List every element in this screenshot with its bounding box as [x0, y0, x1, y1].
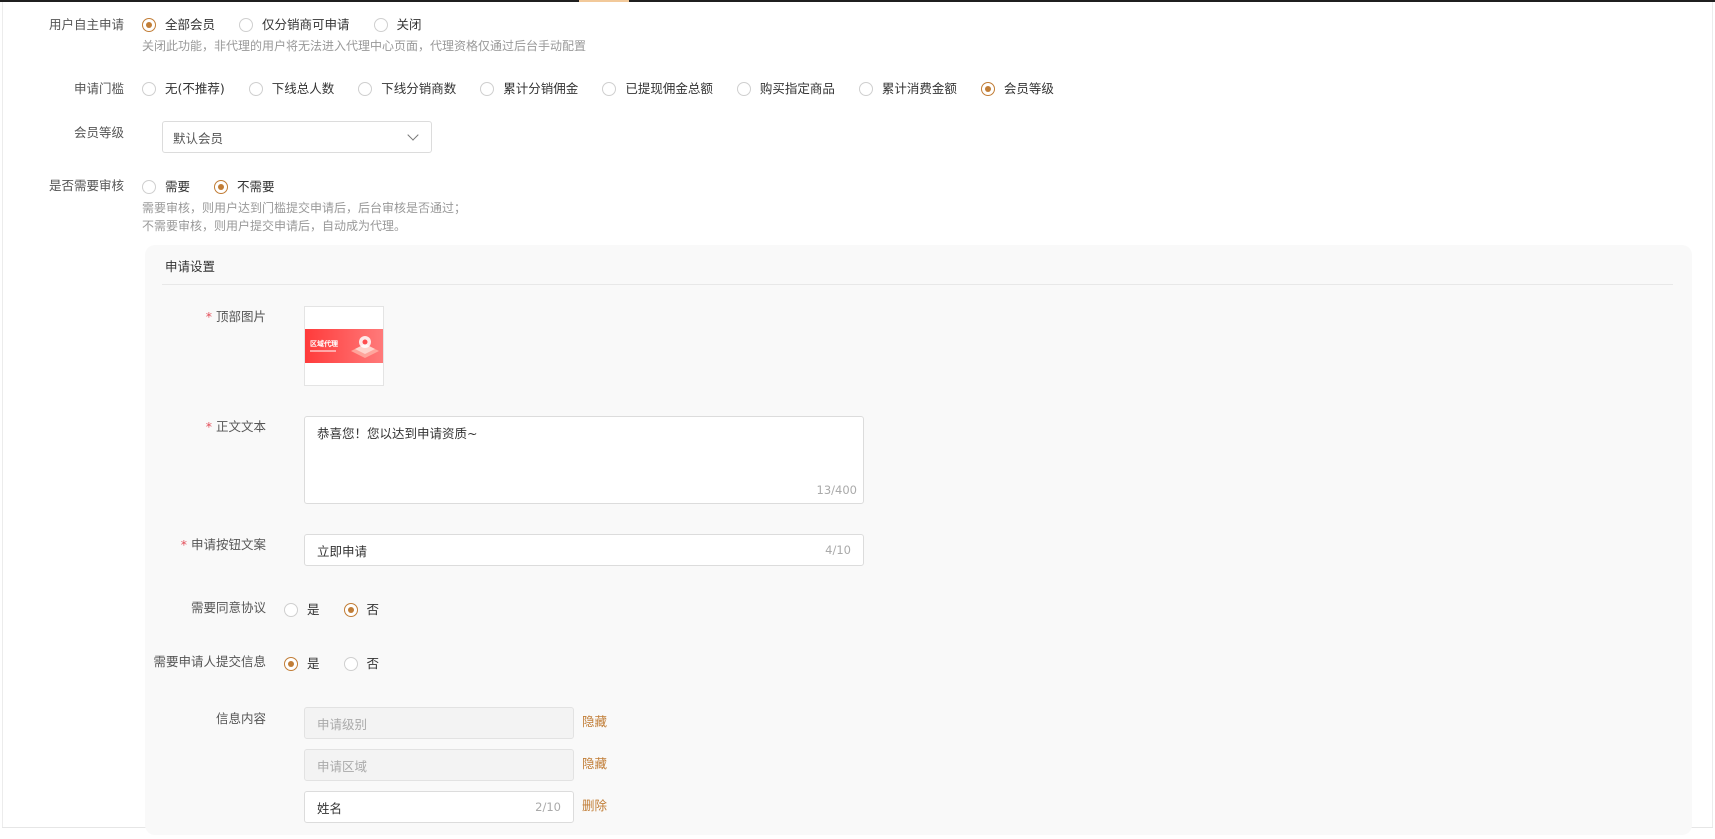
hide-field-button[interactable]: 隐藏: [582, 714, 607, 730]
required-mark: *: [205, 419, 212, 434]
info-field-count: 2/10: [535, 800, 561, 814]
review-radio-group: 需要 不需要: [142, 178, 466, 196]
top-image-label: * 顶部图片: [205, 309, 266, 324]
threshold-option-buy-product[interactable]: 购买指定商品: [736, 80, 835, 98]
submit-info-row: 需要申请人提交信息 是 否: [0, 653, 403, 673]
radio-icon: [358, 82, 373, 96]
top-image-row: * 顶部图片: [0, 308, 284, 326]
member-level-select[interactable]: 默认会员: [162, 121, 432, 153]
button-text-row: * 申请按钮文案: [0, 536, 284, 554]
radio-icon: [284, 603, 298, 617]
chevron-down-icon: [407, 129, 419, 141]
threshold-label: 申请门槛: [73, 81, 124, 96]
radio-icon: [142, 180, 156, 194]
info-content-label: 信息内容: [215, 711, 266, 726]
info-field-input[interactable]: 申请级别: [304, 707, 574, 739]
review-option-required[interactable]: 需要: [142, 178, 190, 196]
review-row: 是否需要审核 需要 不需要 需要审核，则用户达到门槛提交申请后，后台审核是否通过…: [0, 177, 466, 235]
review-option-not-required[interactable]: 不需要: [214, 178, 275, 196]
threshold-option-total-spend[interactable]: 累计消费金额: [858, 80, 957, 98]
top-image-upload[interactable]: 区域代理: [304, 306, 384, 386]
agreement-option-no[interactable]: 否: [343, 601, 379, 619]
submit-info-radio-group: 是 否: [284, 655, 403, 673]
radio-icon: [373, 18, 388, 32]
info-field-input[interactable]: 申请区域: [304, 749, 574, 781]
radio-icon: [602, 82, 617, 96]
info-content-row: 信息内容: [0, 710, 284, 728]
required-mark: *: [205, 309, 212, 324]
button-text-label: * 申请按钮文案: [180, 537, 266, 552]
threshold-option-member-level[interactable]: 会员等级: [980, 80, 1054, 98]
user-apply-option-all[interactable]: 全部会员: [142, 16, 215, 34]
threshold-radio-group: 无(不推荐) 下线总人数 下线分销商数 累计分销佣金 已提现佣金总额 购买指定商…: [142, 80, 1078, 98]
body-text-value: 恭喜您！您以达到申请资质~: [317, 426, 478, 441]
body-text-count: 13/400: [816, 483, 857, 497]
threshold-option-total-commission[interactable]: 累计分销佣金: [480, 80, 578, 98]
threshold-option-downline-count[interactable]: 下线总人数: [248, 80, 334, 98]
review-label: 是否需要审核: [48, 178, 124, 193]
radio-icon: [343, 657, 358, 671]
apply-settings-title: 申请设置: [165, 259, 216, 274]
delete-field-button[interactable]: 删除: [582, 798, 607, 814]
radio-icon: [142, 82, 156, 96]
hide-field-button[interactable]: 隐藏: [582, 756, 607, 772]
threshold-option-withdrawn-commission[interactable]: 已提现佣金总额: [602, 80, 713, 98]
info-field-value: 姓名: [317, 800, 343, 816]
top-image-thumbnail: 区域代理: [305, 329, 383, 363]
submit-info-option-no[interactable]: 否: [343, 655, 379, 673]
threshold-option-downline-distributors[interactable]: 下线分销商数: [358, 80, 456, 98]
info-field-value: 申请级别: [317, 716, 368, 732]
member-level-value: 默认会员: [173, 130, 224, 146]
member-level-label: 会员等级: [73, 125, 124, 140]
radio-icon: [284, 657, 298, 671]
required-mark: *: [180, 537, 187, 552]
submit-info-label: 需要申请人提交信息: [153, 654, 266, 669]
threshold-row: 申请门槛 无(不推荐) 下线总人数 下线分销商数 累计分销佣金 已提现佣金总额 …: [0, 80, 1078, 98]
review-hint-2: 不需要审核，则用户提交申请后，自动成为代理。: [142, 219, 407, 233]
radio-icon: [480, 82, 495, 96]
button-text-count: 4/10: [825, 543, 851, 557]
user-apply-radio-group: 全部会员 仅分销商可申请 关闭: [142, 16, 586, 34]
submit-info-option-yes[interactable]: 是: [284, 655, 320, 673]
body-text-row: * 正文文本: [0, 418, 284, 436]
radio-icon: [858, 82, 873, 96]
user-apply-option-off[interactable]: 关闭: [373, 16, 422, 34]
radio-icon: [214, 180, 229, 194]
user-apply-row: 用户自主申请 全部会员 仅分销商可申请 关闭 关闭此功能，非代理的用户将无法进入…: [0, 16, 586, 55]
radio-icon: [343, 603, 358, 617]
panel-divider: [162, 284, 1673, 285]
user-apply-option-distributor[interactable]: 仅分销商可申请: [239, 16, 350, 34]
agreement-radio-group: 是 否: [284, 601, 403, 619]
radio-icon: [239, 18, 254, 32]
radio-icon: [736, 82, 751, 96]
review-hint-1: 需要审核，则用户达到门槛提交申请后，后台审核是否通过；: [142, 201, 467, 215]
user-apply-label: 用户自主申请: [48, 17, 124, 32]
body-text-label: * 正文文本: [205, 419, 266, 434]
radio-icon: [142, 18, 156, 32]
member-level-row: 会员等级: [0, 124, 142, 142]
button-text-value: 立即申请: [317, 543, 368, 559]
agreement-label: 需要同意协议: [190, 600, 266, 615]
user-apply-hint: 关闭此功能，非代理的用户将无法进入代理中心页面，代理资格仅通过后台手动配置: [142, 39, 587, 53]
agreement-row: 需要同意协议 是 否: [0, 599, 403, 619]
agreement-option-yes[interactable]: 是: [284, 601, 320, 619]
button-text-input[interactable]: 立即申请 4/10: [304, 534, 864, 566]
banner-text: 区域代理: [310, 339, 338, 348]
info-field-input[interactable]: 姓名 2/10: [304, 791, 574, 823]
radio-icon: [248, 82, 263, 96]
info-field-value: 申请区域: [317, 758, 368, 774]
radio-icon: [980, 82, 995, 96]
body-text-textarea[interactable]: 恭喜您！您以达到申请资质~ 13/400: [304, 416, 864, 504]
threshold-option-none[interactable]: 无(不推荐): [142, 80, 225, 98]
